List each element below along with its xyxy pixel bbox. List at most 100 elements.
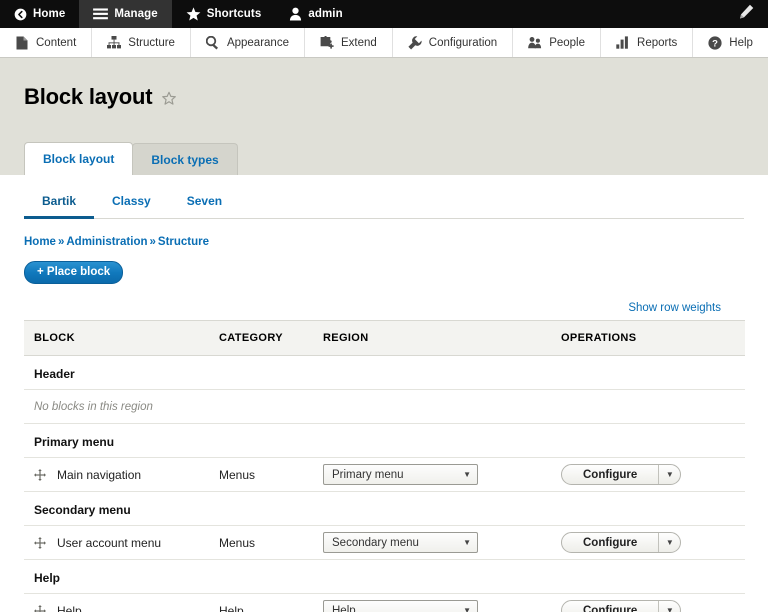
region-label: Header — [24, 356, 745, 390]
toolbar-item-home[interactable]: Home — [0, 0, 79, 28]
primary-tabs: Block layout Block types — [24, 142, 237, 175]
region-select-value: Primary menu — [332, 469, 404, 481]
column-header-operations: OPERATIONS — [551, 321, 745, 356]
star-icon — [186, 7, 201, 21]
subtab-classy[interactable]: Classy — [94, 188, 169, 219]
region-row-secondary-menu: Secondary menu — [24, 492, 745, 526]
region-row-header: Header — [24, 356, 745, 390]
configure-split-button[interactable]: Configure ▼ — [561, 464, 681, 485]
operations-dropdown-toggle[interactable]: ▼ — [658, 533, 680, 552]
operations-cell: Configure ▼ — [551, 526, 745, 560]
table-row: User account menu Menus Secondary menu ▼… — [24, 526, 745, 560]
menu-label-configuration: Configuration — [429, 37, 497, 49]
region-row-primary-menu: Primary menu — [24, 424, 745, 458]
page-title-row: Block layout — [24, 58, 744, 110]
table-row: Main navigation Menus Primary menu ▼ Con… — [24, 458, 745, 492]
menu-label-people: People — [549, 37, 585, 49]
block-category: Menus — [209, 458, 313, 492]
toolbar-label-shortcuts: Shortcuts — [207, 8, 262, 20]
tab-block-layout[interactable]: Block layout — [24, 142, 133, 175]
menu-label-help: Help — [729, 37, 753, 49]
pencil-icon — [739, 4, 754, 24]
operations-dropdown-toggle[interactable]: ▼ — [658, 465, 680, 484]
configure-button[interactable]: Configure — [562, 533, 658, 552]
drag-move-icon[interactable] — [34, 469, 46, 481]
show-row-weights-row: Show row weights — [24, 284, 744, 320]
admin-toolbar: Home Manage Shortcuts admin — [0, 0, 768, 28]
region-select-value: Secondary menu — [332, 537, 419, 549]
menu-item-people[interactable]: People — [513, 28, 601, 57]
wrench-icon — [408, 36, 422, 50]
menu-label-content: Content — [36, 37, 76, 49]
toolbar-item-manage[interactable]: Manage — [79, 0, 171, 28]
paintbrush-icon — [206, 36, 220, 50]
breadcrumb-separator: » — [56, 236, 66, 248]
breadcrumb-separator: » — [148, 236, 158, 248]
region-select[interactable]: Secondary menu ▼ — [323, 532, 478, 553]
region-select-cell: Primary menu ▼ — [313, 458, 551, 492]
column-header-category: CATEGORY — [209, 321, 313, 356]
toolbar-item-shortcuts[interactable]: Shortcuts — [172, 0, 276, 28]
configure-button[interactable]: Configure — [562, 601, 658, 612]
breadcrumb-item-administration[interactable]: Administration — [66, 236, 147, 248]
admin-menu-bar: Content Structure Appearance — [0, 28, 768, 58]
operations-cell: Configure ▼ — [551, 594, 745, 612]
tab-label-block-types: Block types — [151, 153, 218, 167]
menu-item-extend[interactable]: Extend — [305, 28, 393, 57]
menu-label-extend: Extend — [341, 37, 377, 49]
region-select[interactable]: Help ▼ — [323, 600, 478, 612]
menu-item-structure[interactable]: Structure — [92, 28, 191, 57]
block-name: Main navigation — [57, 468, 141, 482]
drag-move-icon[interactable] — [34, 537, 46, 549]
toolbar-label-home: Home — [33, 8, 65, 20]
theme-subtabs: Bartik Classy Seven — [24, 175, 744, 219]
puzzle-plus-icon — [320, 36, 334, 49]
subtab-label-seven: Seven — [187, 194, 222, 208]
chevron-down-icon: ▼ — [463, 606, 471, 612]
subtab-label-classy: Classy — [112, 194, 151, 208]
menu-item-appearance[interactable]: Appearance — [191, 28, 305, 57]
star-outline-icon[interactable] — [161, 91, 177, 107]
table-head: BLOCK CATEGORY REGION OPERATIONS — [24, 321, 745, 356]
empty-region-row: No blocks in this region — [24, 390, 745, 424]
breadcrumb: Home»Administration»Structure — [24, 219, 744, 248]
menu-item-content[interactable]: Content — [0, 28, 92, 57]
svg-text:?: ? — [712, 38, 718, 49]
home-back-icon — [14, 8, 27, 21]
block-category: Help — [209, 594, 313, 612]
user-icon — [289, 7, 302, 21]
show-row-weights-link[interactable]: Show row weights — [628, 302, 721, 314]
block-category: Menus — [209, 526, 313, 560]
toolbar-label-user: admin — [308, 8, 342, 20]
toolbar-item-user[interactable]: admin — [275, 0, 356, 28]
subtab-bartik[interactable]: Bartik — [24, 188, 94, 219]
column-header-region: REGION — [313, 321, 551, 356]
block-name: User account menu — [57, 536, 161, 550]
block-cell: User account menu — [24, 526, 209, 560]
place-block-button[interactable]: + Place block — [24, 261, 123, 284]
operations-dropdown-toggle[interactable]: ▼ — [658, 601, 680, 612]
configure-split-button[interactable]: Configure ▼ — [561, 600, 681, 612]
menu-item-help[interactable]: ? Help — [693, 28, 768, 57]
block-layout-table: BLOCK CATEGORY REGION OPERATIONS Header … — [24, 320, 745, 612]
hamburger-icon — [93, 8, 108, 20]
subtab-label-bartik: Bartik — [42, 194, 76, 208]
tab-block-types[interactable]: Block types — [132, 143, 237, 175]
configure-button[interactable]: Configure — [562, 465, 658, 484]
menu-label-appearance: Appearance — [227, 37, 289, 49]
breadcrumb-item-home[interactable]: Home — [24, 236, 56, 248]
drag-move-icon[interactable] — [34, 605, 46, 612]
bar-chart-icon — [616, 36, 630, 49]
region-select-value: Help — [332, 605, 356, 612]
region-select[interactable]: Primary menu ▼ — [323, 464, 478, 485]
edit-mode-button[interactable] — [733, 0, 760, 28]
region-label: Primary menu — [24, 424, 745, 458]
page-title: Block layout — [24, 84, 152, 110]
menu-item-configuration[interactable]: Configuration — [393, 28, 513, 57]
breadcrumb-item-structure[interactable]: Structure — [158, 236, 209, 248]
configure-split-button[interactable]: Configure ▼ — [561, 532, 681, 553]
menu-label-reports: Reports — [637, 37, 677, 49]
block-cell: Main navigation — [24, 458, 209, 492]
menu-item-reports[interactable]: Reports — [601, 28, 693, 57]
subtab-seven[interactable]: Seven — [169, 188, 240, 219]
